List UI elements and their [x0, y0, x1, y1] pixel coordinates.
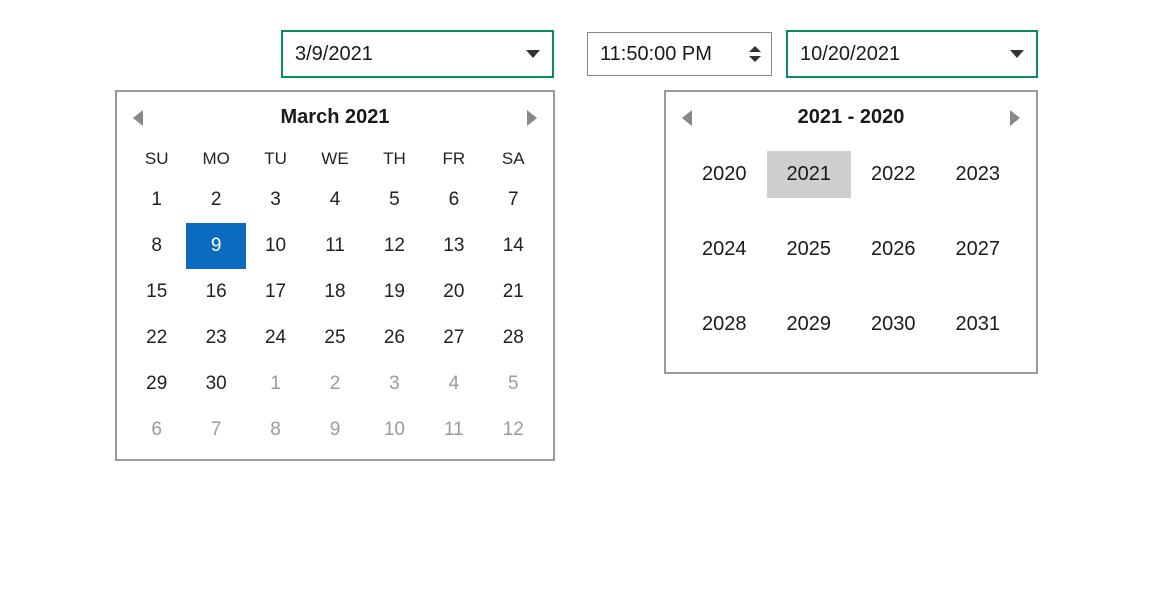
calendar-day-cell[interactable]: 6: [127, 407, 186, 453]
year-cell[interactable]: 2029: [767, 301, 852, 348]
chevron-right-icon: [527, 110, 537, 126]
year-cell[interactable]: 2024: [682, 226, 767, 273]
calendar-day-cell[interactable]: 10: [246, 223, 305, 269]
date-input-right[interactable]: 10/20/2021: [786, 30, 1038, 78]
calendar-day-cell[interactable]: 6: [424, 177, 483, 223]
calendar-dow-row: SU MO TU WE TH FR SA: [127, 145, 543, 173]
year-cell[interactable]: 2028: [682, 301, 767, 348]
calendar-day-cell[interactable]: 27: [424, 315, 483, 361]
time-input-value: 11:50:00 PM: [600, 43, 745, 66]
calendar-day-cell[interactable]: 3: [246, 177, 305, 223]
calendar-day-cell[interactable]: 23: [186, 315, 245, 361]
calendar-day-cell[interactable]: 16: [186, 269, 245, 315]
calendar-day-cell[interactable]: 1: [127, 177, 186, 223]
calendar-week-row: 1234567: [127, 177, 543, 223]
date-input-left-value: 3/9/2021: [295, 43, 526, 66]
calendar-week-row: 891011121314: [127, 223, 543, 269]
calendar-day-cell[interactable]: 14: [484, 223, 543, 269]
calendar-day-cell[interactable]: 12: [484, 407, 543, 453]
chevron-right-icon: [1010, 110, 1020, 126]
calendar-day-cell[interactable]: 11: [305, 223, 364, 269]
calendar-day-cell[interactable]: 9: [305, 407, 364, 453]
calendar-day-cell[interactable]: 1: [246, 361, 305, 407]
year-cell[interactable]: 2027: [936, 226, 1021, 273]
chevron-down-icon: [1010, 50, 1024, 58]
dow-cell: FR: [424, 145, 483, 173]
date-input-left[interactable]: 3/9/2021: [281, 30, 554, 78]
spinner-down-icon[interactable]: [749, 56, 761, 62]
calendar-day-cell[interactable]: 5: [365, 177, 424, 223]
dow-cell: TH: [365, 145, 424, 173]
calendar-day-cell[interactable]: 29: [127, 361, 186, 407]
calendar-day-cell[interactable]: 4: [424, 361, 483, 407]
calendar-day-cell[interactable]: 10: [365, 407, 424, 453]
calendar-prev-button[interactable]: [133, 110, 143, 126]
year-prev-button[interactable]: [682, 110, 692, 126]
calendar-day-cell[interactable]: 15: [127, 269, 186, 315]
calendar-day-cell[interactable]: 17: [246, 269, 305, 315]
calendar-next-button[interactable]: [527, 110, 537, 126]
chevron-left-icon: [133, 110, 143, 126]
calendar-day-cell[interactable]: 24: [246, 315, 305, 361]
year-cell[interactable]: 2026: [851, 226, 936, 273]
calendar-day-cell[interactable]: 21: [484, 269, 543, 315]
year-cell[interactable]: 2020: [682, 151, 767, 198]
calendar-day-cell[interactable]: 7: [484, 177, 543, 223]
chevron-left-icon: [682, 110, 692, 126]
calendar-week-row: 6789101112: [127, 407, 543, 453]
calendar-week-row: 22232425262728: [127, 315, 543, 361]
year-cell[interactable]: 2021: [767, 151, 852, 198]
calendar-week-row: 15161718192021: [127, 269, 543, 315]
calendar-day-cell[interactable]: 25: [305, 315, 364, 361]
calendar-day-cell[interactable]: 2: [305, 361, 364, 407]
year-picker-title[interactable]: 2021 - 2020: [692, 106, 1010, 129]
calendar-day-cell[interactable]: 7: [186, 407, 245, 453]
time-input[interactable]: 11:50:00 PM: [587, 32, 772, 76]
calendar-day-cell[interactable]: 22: [127, 315, 186, 361]
calendar-day-cell[interactable]: 30: [186, 361, 245, 407]
calendar-day-cell[interactable]: 20: [424, 269, 483, 315]
calendar-day-cell[interactable]: 2: [186, 177, 245, 223]
dow-cell: WE: [305, 145, 364, 173]
dow-cell: TU: [246, 145, 305, 173]
date-input-right-value: 10/20/2021: [800, 43, 1010, 66]
chevron-down-icon: [526, 50, 540, 58]
calendar-day-cell[interactable]: 8: [127, 223, 186, 269]
calendar-day-cell[interactable]: 13: [424, 223, 483, 269]
calendar-title[interactable]: March 2021: [143, 106, 527, 129]
dow-cell: SA: [484, 145, 543, 173]
year-cell[interactable]: 2023: [936, 151, 1021, 198]
time-spinner[interactable]: [745, 44, 765, 64]
calendar-day-cell[interactable]: 5: [484, 361, 543, 407]
calendar-popup: March 2021 SU MO TU WE TH FR SA 12345678…: [115, 90, 555, 461]
year-picker-popup: 2021 - 2020 2020202120222023 202420252026…: [664, 90, 1038, 374]
calendar-day-cell[interactable]: 19: [365, 269, 424, 315]
calendar-day-cell[interactable]: 9: [186, 223, 245, 269]
year-cell[interactable]: 2025: [767, 226, 852, 273]
spinner-up-icon[interactable]: [749, 46, 761, 52]
calendar-day-cell[interactable]: 4: [305, 177, 364, 223]
year-next-button[interactable]: [1010, 110, 1020, 126]
year-cell[interactable]: 2030: [851, 301, 936, 348]
calendar-day-cell[interactable]: 28: [484, 315, 543, 361]
calendar-day-cell[interactable]: 8: [246, 407, 305, 453]
dow-cell: MO: [186, 145, 245, 173]
calendar-week-row: 293012345: [127, 361, 543, 407]
calendar-day-cell[interactable]: 12: [365, 223, 424, 269]
calendar-day-cell[interactable]: 11: [424, 407, 483, 453]
calendar-day-cell[interactable]: 3: [365, 361, 424, 407]
calendar-day-cell[interactable]: 18: [305, 269, 364, 315]
year-cell[interactable]: 2022: [851, 151, 936, 198]
year-cell[interactable]: 2031: [936, 301, 1021, 348]
dow-cell: SU: [127, 145, 186, 173]
calendar-day-cell[interactable]: 26: [365, 315, 424, 361]
